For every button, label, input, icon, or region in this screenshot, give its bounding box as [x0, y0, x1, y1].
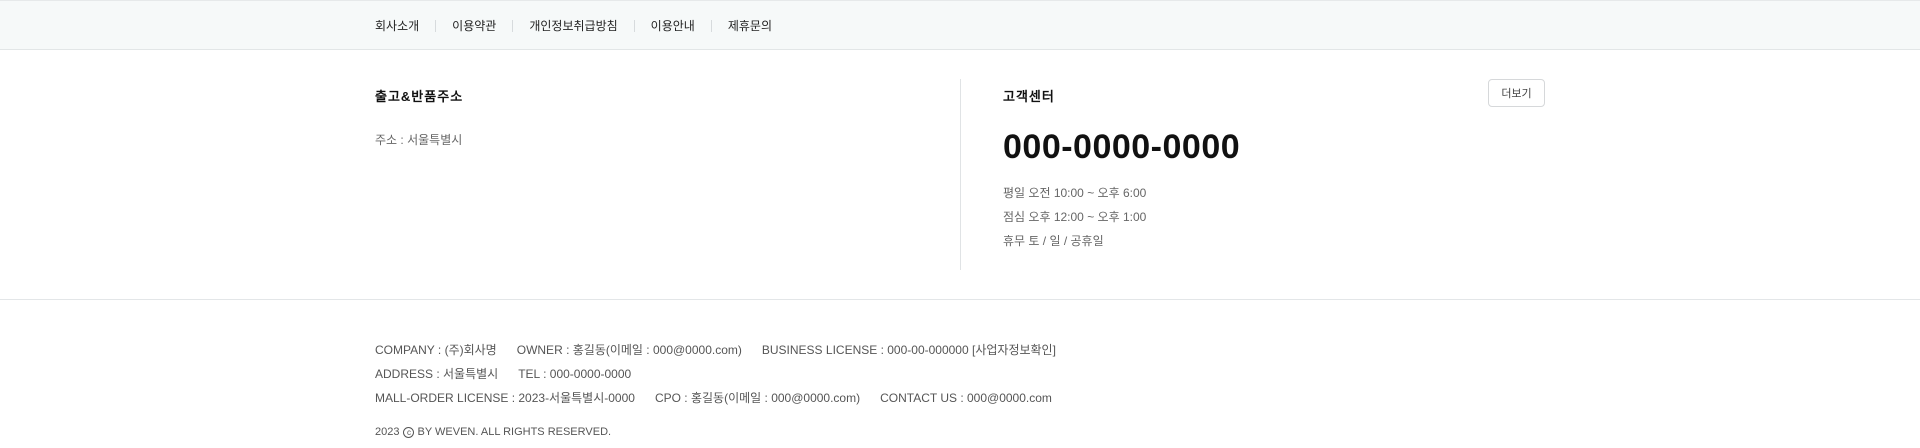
company-name: COMPANY : (주)회사명	[375, 343, 497, 357]
nav-link-privacy[interactable]: 개인정보취급방침	[512, 20, 633, 32]
contact-email: CONTACT US : 000@0000.com	[880, 391, 1052, 405]
company-info: COMPANY : (주)회사명 OWNER : 홍길동(이메일 : 000@0…	[375, 338, 1076, 438]
footer-nav: 회사소개 이용약관 개인정보취급방침 이용안내 제휴문의	[0, 0, 1920, 50]
company-info-line: ADDRESS : 서울특별시 TEL : 000-0000-0000	[375, 362, 1076, 386]
cpo-info: CPO : 홍길동(이메일 : 000@0000.com)	[654, 391, 861, 405]
mail-order-license: MALL-ORDER LICENSE : 2023-서울특별시-0000	[375, 391, 635, 405]
copyright: 2023 c BY WEVEN. ALL RIGHTS RESERVED.	[375, 426, 1076, 438]
nav-link-partnership[interactable]: 제휴문의	[710, 20, 788, 32]
customer-center-title: 고객센터	[1003, 89, 1055, 104]
shipping-return-address: 주소 : 서울특별시	[375, 133, 463, 147]
company-info-line: MALL-ORDER LICENSE : 2023-서울특별시-0000 CPO…	[375, 386, 1076, 410]
customer-center-phone: 000-0000-0000	[1003, 128, 1241, 166]
copyright-text: BY WEVEN. ALL RIGHTS RESERVED.	[417, 426, 612, 438]
company-info-line: COMPANY : (주)회사명 OWNER : 홍길동(이메일 : 000@0…	[375, 338, 1076, 362]
customer-center-block: 고객센터 더보기 000-0000-0000 평일 오전 10:00 ~ 오후 …	[1003, 79, 1545, 253]
nav-link-company[interactable]: 회사소개	[375, 20, 435, 32]
nav-link-terms[interactable]: 이용약관	[435, 20, 512, 32]
footer-nav-links: 회사소개 이용약관 개인정보취급방침 이용안내 제휴문의	[375, 1, 788, 51]
owner-info: OWNER : 홍길동(이메일 : 000@0000.com)	[516, 343, 742, 357]
closed-days: 휴무 토 / 일 / 공휴일	[1003, 234, 1104, 248]
copyright-icon: c	[403, 426, 415, 438]
business-license: BUSINESS LICENSE : 000-00-000000 [사업자정보확…	[761, 343, 1056, 357]
lunch-hours: 점심 오후 12:00 ~ 오후 1:00	[1003, 210, 1147, 224]
shipping-return-title: 출고&반품주소	[375, 89, 464, 104]
vertical-divider	[960, 79, 961, 270]
footer-contact-section: 출고&반품주소 주소 : 서울특별시 고객센터 더보기 000-0000-000…	[0, 50, 1920, 300]
copyright-year: 2023	[375, 426, 400, 438]
weekday-hours: 평일 오전 10:00 ~ 오후 6:00	[1003, 186, 1147, 200]
company-address: ADDRESS : 서울특별시	[375, 367, 499, 381]
business-hours: 평일 오전 10:00 ~ 오후 6:00 점심 오후 12:00 ~ 오후 1…	[1003, 181, 1545, 253]
nav-link-guide[interactable]: 이용안내	[633, 20, 711, 32]
company-tel: TEL : 000-0000-0000	[518, 367, 632, 381]
shipping-return-block: 출고&반품주소 주소 : 서울특별시	[375, 86, 463, 148]
more-button[interactable]: 더보기	[1488, 79, 1545, 107]
